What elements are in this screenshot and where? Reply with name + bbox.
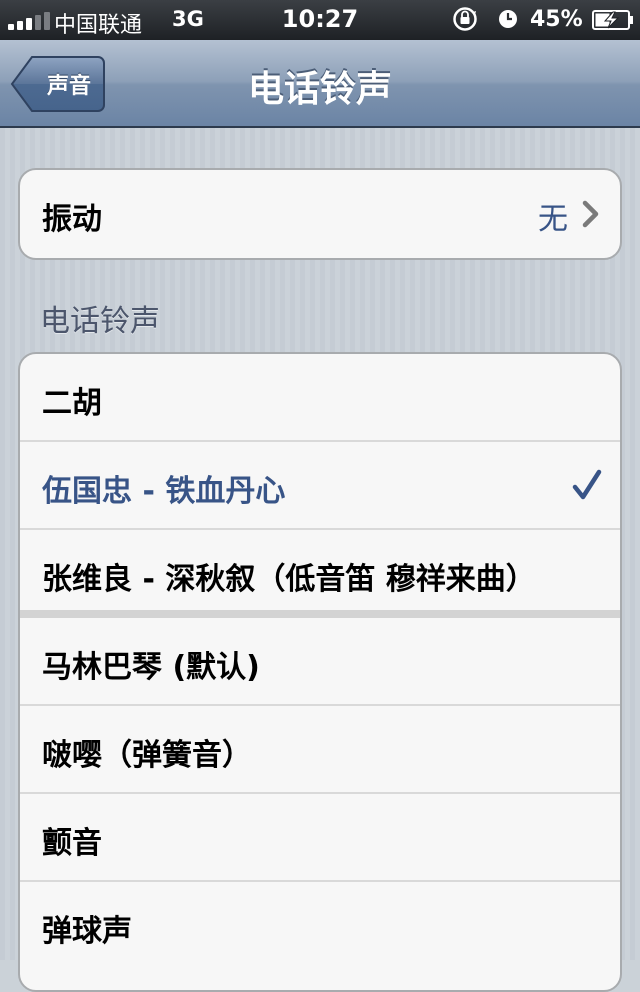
- navigation-bar: 声音 电话铃声: [0, 40, 640, 128]
- rotation-lock-icon: [453, 7, 477, 31]
- ringtone-label: 二胡: [42, 386, 102, 421]
- battery-percentage: 45%: [530, 7, 583, 32]
- battery-charging-icon: [592, 10, 633, 30]
- alarm-icon: [499, 10, 517, 28]
- ringtone-label: 弹球声: [42, 914, 132, 949]
- section-header-ringtones: 电话铃声: [40, 304, 160, 339]
- vibration-value: 无: [538, 202, 568, 237]
- vibration-group: 振动 无: [18, 168, 622, 260]
- ringtone-item-selected[interactable]: 伍国忠 - 铁血丹心: [20, 442, 620, 530]
- ringtone-item[interactable]: 颤音: [20, 794, 620, 882]
- ringtone-label: 张维良 - 深秋叙（低音笛 穆祥来曲）: [42, 562, 536, 597]
- ringtone-item[interactable]: 二胡: [20, 354, 620, 442]
- ringtone-item[interactable]: 弹球声: [20, 882, 620, 970]
- ringtone-item[interactable]: 马林巴琴 (默认): [20, 618, 620, 706]
- page-title: 电话铃声: [247, 69, 392, 110]
- ringtone-label: 啵嘤（弹簧音）: [42, 738, 252, 773]
- checkmark-icon: [572, 469, 602, 500]
- ringtone-label: 马林巴琴 (默认): [42, 650, 260, 685]
- ringtone-item[interactable]: 啵嘤（弹簧音）: [20, 706, 620, 794]
- ringtone-list: 二胡 伍国忠 - 铁血丹心 张维良 - 深秋叙（低音笛 穆祥来曲） 马林巴琴 (…: [18, 352, 622, 992]
- status-bar: 中国联通 3G 10:27 45%: [0, 0, 640, 40]
- vibration-row[interactable]: 振动 无: [20, 170, 620, 258]
- ringtone-item[interactable]: 张维良 - 深秋叙（低音笛 穆祥来曲）: [20, 530, 620, 618]
- vibration-label: 振动: [42, 202, 102, 237]
- ringtone-label: 颤音: [42, 826, 102, 861]
- ringtone-label: 伍国忠 - 铁血丹心: [42, 474, 286, 509]
- chevron-right-icon: [582, 200, 599, 228]
